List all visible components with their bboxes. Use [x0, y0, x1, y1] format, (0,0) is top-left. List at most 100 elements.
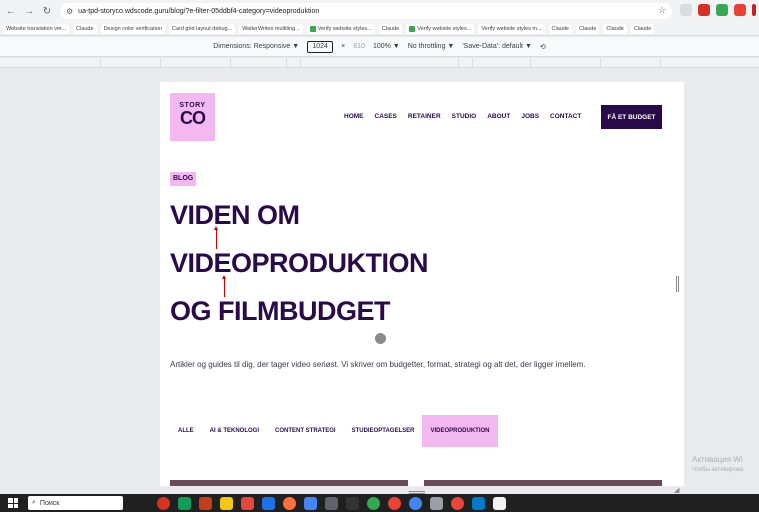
browser-toolbar: ← → ↻ ⚙ ua-tpd-storyco.wdscode.guru/blog…: [0, 0, 759, 22]
app-icon[interactable]: [283, 496, 296, 510]
search-icon: ⌕: [32, 499, 36, 506]
file-icon[interactable]: [493, 496, 506, 510]
bookmark-star-icon[interactable]: ☆: [658, 5, 666, 16]
app-icon[interactable]: [388, 496, 401, 510]
extensions-area: [680, 4, 756, 16]
height-input[interactable]: 810: [353, 43, 365, 50]
website-viewport: STORY CO HOME CASES RETAINER STUDIO ABOUT JOB…: [160, 82, 684, 486]
nav-item-retainer[interactable]: RETAINER: [408, 113, 441, 120]
bookmark-item[interactable]: Verify website styles...: [406, 23, 475, 34]
app-icon[interactable]: [241, 496, 254, 510]
nav-item-contact[interactable]: CONTACT: [550, 113, 581, 120]
site-logo[interactable]: STORY CO: [170, 93, 215, 141]
filter-tab[interactable]: VIDEOPRODUKTION: [422, 415, 498, 447]
throttle-dropdown[interactable]: No throttling ▼: [408, 43, 455, 50]
taskbar-search-label: Поиск: [39, 499, 60, 507]
app-icon[interactable]: [262, 496, 275, 510]
ruler-tick: [160, 58, 161, 68]
app-icon[interactable]: [409, 496, 422, 510]
app-icon[interactable]: [451, 496, 464, 510]
ruler-tick: [530, 58, 531, 68]
filter-tab[interactable]: ALLE: [170, 415, 202, 447]
ruler-tick: [300, 58, 301, 68]
bookmark-label: WalterWrites multiling...: [242, 25, 300, 32]
extension-icon[interactable]: [680, 4, 692, 16]
bookmark-item[interactable]: Website translation ver...: [3, 23, 70, 34]
media-query-ruler[interactable]: [0, 58, 759, 68]
extension-icon[interactable]: [752, 4, 756, 16]
address-bar[interactable]: ⚙ ua-tpd-storyco.wdscode.guru/blog/?e-fi…: [60, 3, 672, 19]
taskbar-search[interactable]: ⌕ Поиск: [28, 496, 123, 510]
bookmark-item[interactable]: WalterWrites multiling...: [239, 23, 303, 34]
app-icon[interactable]: [199, 496, 212, 510]
watermark-line-2: Чтобы активирова: [692, 467, 744, 473]
extension-icon[interactable]: [698, 4, 710, 16]
times-sign: ×: [341, 43, 346, 50]
taskbar-apps: [157, 496, 506, 510]
bookmark-item[interactable]: Claude: [603, 23, 627, 34]
chrome-active-icon[interactable]: [325, 496, 338, 510]
site-info-icon[interactable]: ⚙: [66, 7, 73, 16]
save-data-dropdown[interactable]: 'Save-Data': default ▼: [462, 43, 532, 50]
annotation-arrow: [222, 275, 226, 297]
app-icon[interactable]: [367, 496, 380, 510]
app-icon[interactable]: [304, 496, 317, 510]
windows-taskbar: ⌕ Поиск: [0, 494, 759, 512]
viewport-corner-resize-handle[interactable]: ◢: [674, 486, 679, 494]
nav-item-studio[interactable]: STUDIO: [452, 113, 477, 120]
nav-item-jobs[interactable]: JOBS: [521, 113, 539, 120]
device-toolbar: Dimensions: Responsive ▼ 1024 × 810 100%…: [0, 37, 759, 57]
nav-item-about[interactable]: ABOUT: [487, 113, 510, 120]
app-icon[interactable]: [346, 496, 359, 510]
viewport-right-resize-handle[interactable]: [676, 276, 679, 292]
bookmark-label: Claude: [578, 25, 597, 32]
app-icon[interactable]: [157, 496, 170, 510]
checkmark-icon: [309, 25, 316, 32]
ruler-tick: [600, 58, 601, 68]
rotate-icon[interactable]: ⟲: [540, 43, 546, 51]
nav-item-cases[interactable]: CASES: [375, 113, 397, 120]
bookmark-label: Claude: [606, 25, 624, 32]
extension-icon[interactable]: [716, 4, 728, 16]
hero-title-line-1: VIDEN OM: [170, 200, 300, 230]
bookmark-label: Verify website styles...: [317, 25, 372, 32]
bookmark-item[interactable]: Claude: [73, 23, 97, 34]
intro-text: Artikler og guides til dig, der tager vi…: [170, 360, 586, 369]
bookmark-item[interactable]: Card grid layout debug...: [168, 23, 236, 34]
bookmark-label: Verify website styles...: [417, 25, 472, 32]
width-input[interactable]: 1024: [307, 40, 334, 53]
settings-gear-icon[interactable]: [430, 496, 443, 510]
bookmark-item[interactable]: Verify website styles m...: [478, 23, 545, 34]
bookmark-label: Card grid layout debug...: [171, 25, 233, 32]
zoom-dropdown[interactable]: 100% ▼: [373, 43, 400, 50]
bookmark-label: Claude: [381, 25, 400, 32]
bookmark-label: Claude: [76, 25, 94, 32]
nav-item-home[interactable]: HOME: [344, 113, 364, 120]
reload-icon[interactable]: ↻: [40, 4, 54, 18]
pointer-cursor: [375, 333, 386, 344]
ruler-tick: [100, 58, 101, 68]
windows-start-icon[interactable]: [8, 498, 18, 508]
bookmark-item[interactable]: Claude: [575, 23, 600, 34]
bookmark-item[interactable]: Claude: [378, 23, 403, 34]
app-icon[interactable]: [178, 496, 191, 510]
post-card[interactable]: [170, 480, 408, 486]
vscode-icon[interactable]: [472, 496, 485, 510]
post-card[interactable]: [424, 480, 662, 486]
app-icon[interactable]: [220, 496, 233, 510]
extension-icon[interactable]: [734, 4, 746, 16]
bookmark-item[interactable]: Claude: [630, 23, 655, 34]
filter-tab[interactable]: AI & TEKNOLOGI: [202, 415, 267, 447]
forward-icon[interactable]: →: [22, 4, 36, 18]
bookmark-item[interactable]: Verify website styles...: [306, 23, 375, 34]
bookmark-label: Verify website styles m...: [481, 25, 542, 32]
logo-top-text: STORY: [179, 102, 206, 109]
ruler-tick: [286, 58, 287, 68]
bookmark-item[interactable]: Design color verification: [100, 23, 165, 34]
get-budget-button[interactable]: FÅ ET BUDGET: [601, 105, 662, 129]
back-icon[interactable]: ←: [4, 4, 18, 18]
bookmark-item[interactable]: Claude: [548, 23, 572, 34]
filter-tab[interactable]: STUDIEOPTAGELSER: [344, 415, 423, 447]
filter-tab[interactable]: CONTENT STRATEGI: [267, 415, 344, 447]
dimensions-dropdown[interactable]: Dimensions: Responsive ▼: [213, 43, 299, 50]
